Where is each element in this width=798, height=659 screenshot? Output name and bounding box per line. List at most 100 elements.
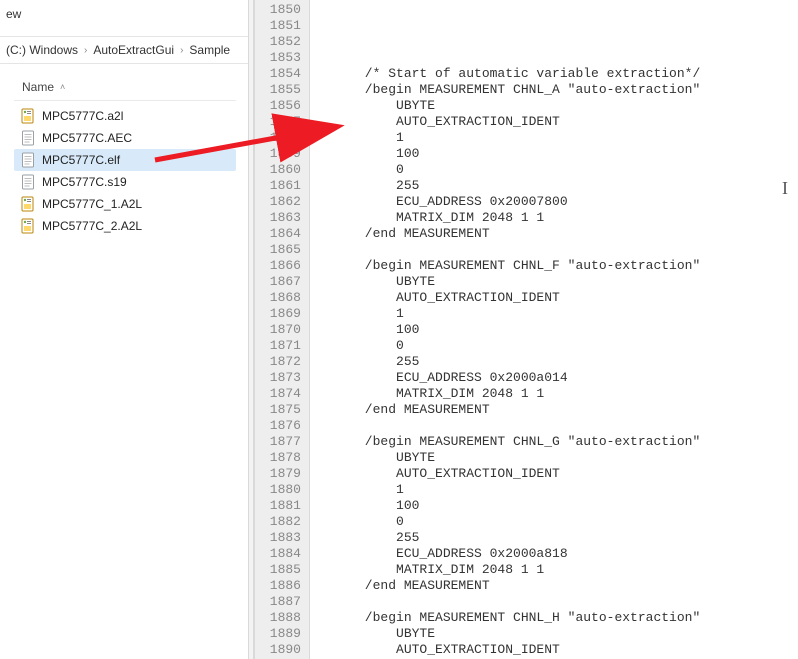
code-line[interactable]: 255 — [318, 354, 790, 370]
line-number: 1861 — [259, 178, 301, 194]
code-line[interactable]: /end MEASUREMENT — [318, 578, 790, 594]
line-number: 1869 — [259, 306, 301, 322]
code-line[interactable] — [318, 50, 790, 66]
line-number: 1872 — [259, 354, 301, 370]
line-number: 1853 — [259, 50, 301, 66]
line-number: 1857 — [259, 114, 301, 130]
line-number: 1877 — [259, 434, 301, 450]
column-header-label: Name — [22, 80, 54, 94]
code-line[interactable]: 255 — [318, 530, 790, 546]
line-number: 1883 — [259, 530, 301, 546]
code-line[interactable]: 0 — [318, 514, 790, 530]
line-number: 1884 — [259, 546, 301, 562]
line-number: 1859 — [259, 146, 301, 162]
line-number: 1889 — [259, 626, 301, 642]
line-number: 1864 — [259, 226, 301, 242]
line-number: 1851 — [259, 18, 301, 34]
code-line[interactable]: UBYTE — [318, 450, 790, 466]
line-number: 1878 — [259, 450, 301, 466]
chevron-up-icon: ˄ — [60, 82, 65, 92]
breadcrumb-item[interactable]: AutoExtractGui — [91, 42, 176, 58]
code-line[interactable]: 100 — [318, 498, 790, 514]
line-number: 1863 — [259, 210, 301, 226]
code-line[interactable]: 0 — [318, 338, 790, 354]
file-generic-icon — [20, 130, 36, 146]
breadcrumb[interactable]: (C:) Windows › AutoExtractGui › Sample — [0, 36, 248, 64]
line-number: 1866 — [259, 258, 301, 274]
file-row[interactable]: MPC5777C_2.A2L — [14, 215, 236, 237]
line-number: 1876 — [259, 418, 301, 434]
file-name-label: MPC5777C.s19 — [42, 175, 127, 189]
code-line[interactable]: 255 — [318, 178, 790, 194]
code-line[interactable]: /end MEASUREMENT — [318, 402, 790, 418]
code-line[interactable]: ECU_ADDRESS 0x2000a818 — [318, 546, 790, 562]
file-name-label: MPC5777C_1.A2L — [42, 197, 142, 211]
file-row[interactable]: MPC5777C_1.A2L — [14, 193, 236, 215]
file-a2l-icon — [20, 196, 36, 212]
code-line[interactable]: /begin MEASUREMENT CHNL_A "auto-extracti… — [318, 82, 790, 98]
line-number: 1870 — [259, 322, 301, 338]
code-line[interactable]: MATRIX_DIM 2048 1 1 — [318, 562, 790, 578]
line-number: 1881 — [259, 498, 301, 514]
files-container: MPC5777C.a2l MPC5777C.AEC MPC5777C.elf MPC5… — [14, 101, 236, 237]
code-line[interactable]: 0 — [318, 162, 790, 178]
file-row[interactable]: MPC5777C.elf — [14, 149, 236, 171]
code-content[interactable]: /* Start of automatic variable extractio… — [310, 0, 798, 659]
chevron-right-icon: › — [84, 45, 87, 56]
file-row[interactable]: MPC5777C.a2l — [14, 105, 236, 127]
line-number: 1888 — [259, 610, 301, 626]
code-line[interactable]: /begin MEASUREMENT CHNL_F "auto-extracti… — [318, 258, 790, 274]
code-line[interactable]: MATRIX_DIM 2048 1 1 — [318, 210, 790, 226]
file-row[interactable]: MPC5777C.s19 — [14, 171, 236, 193]
file-name-label: MPC5777C.a2l — [42, 109, 123, 123]
code-line[interactable]: MATRIX_DIM 2048 1 1 — [318, 386, 790, 402]
code-line[interactable]: UBYTE — [318, 98, 790, 114]
code-line[interactable]: 1 — [318, 130, 790, 146]
column-header-name[interactable]: Name ˄ — [14, 76, 236, 101]
code-line[interactable]: ECU_ADDRESS 0x2000a014 — [318, 370, 790, 386]
line-number: 1865 — [259, 242, 301, 258]
file-explorer-pane: ew (C:) Windows › AutoExtractGui › Sampl… — [0, 0, 248, 659]
file-name-label: MPC5777C.elf — [42, 153, 120, 167]
code-line[interactable]: 1 — [318, 482, 790, 498]
line-number: 1879 — [259, 466, 301, 482]
code-line[interactable] — [318, 34, 790, 50]
line-number: 1852 — [259, 34, 301, 50]
line-number: 1871 — [259, 338, 301, 354]
line-number: 1885 — [259, 562, 301, 578]
code-line[interactable]: ECU_ADDRESS 0x20007800 — [318, 194, 790, 210]
code-line[interactable]: /* Start of automatic variable extractio… — [318, 66, 790, 82]
line-number: 1867 — [259, 274, 301, 290]
file-name-label: MPC5777C_2.A2L — [42, 219, 142, 233]
menu-fragment[interactable]: ew — [0, 5, 27, 23]
line-number: 1890 — [259, 642, 301, 658]
code-line[interactable]: AUTO_EXTRACTION_IDENT — [318, 114, 790, 130]
code-line[interactable]: 100 — [318, 322, 790, 338]
breadcrumb-item[interactable]: Sample — [187, 42, 232, 58]
code-editor[interactable]: 1850185118521853185418551856185718581859… — [254, 0, 798, 659]
code-line[interactable]: AUTO_EXTRACTION_IDENT — [318, 290, 790, 306]
code-line[interactable]: UBYTE — [318, 274, 790, 290]
code-line[interactable]: /end MEASUREMENT — [318, 226, 790, 242]
code-line[interactable]: UBYTE — [318, 626, 790, 642]
code-line[interactable] — [318, 242, 790, 258]
code-line[interactable] — [318, 594, 790, 610]
code-line[interactable]: 1 — [318, 306, 790, 322]
line-number: 1856 — [259, 98, 301, 114]
line-number: 1886 — [259, 578, 301, 594]
code-line[interactable]: /begin MEASUREMENT CHNL_H "auto-extracti… — [318, 610, 790, 626]
code-line[interactable]: AUTO_EXTRACTION_IDENT — [318, 466, 790, 482]
code-line[interactable]: AUTO_EXTRACTION_IDENT — [318, 642, 790, 658]
breadcrumb-item[interactable]: (C:) Windows — [4, 42, 80, 58]
line-number: 1887 — [259, 594, 301, 610]
file-a2l-icon — [20, 108, 36, 124]
file-row[interactable]: MPC5777C.AEC — [14, 127, 236, 149]
line-number: 1874 — [259, 386, 301, 402]
chevron-right-icon: › — [180, 45, 183, 56]
code-line[interactable] — [318, 418, 790, 434]
file-generic-icon — [20, 152, 36, 168]
code-line[interactable]: 100 — [318, 146, 790, 162]
file-a2l-icon — [20, 218, 36, 234]
line-number: 1855 — [259, 82, 301, 98]
code-line[interactable]: /begin MEASUREMENT CHNL_G "auto-extracti… — [318, 434, 790, 450]
